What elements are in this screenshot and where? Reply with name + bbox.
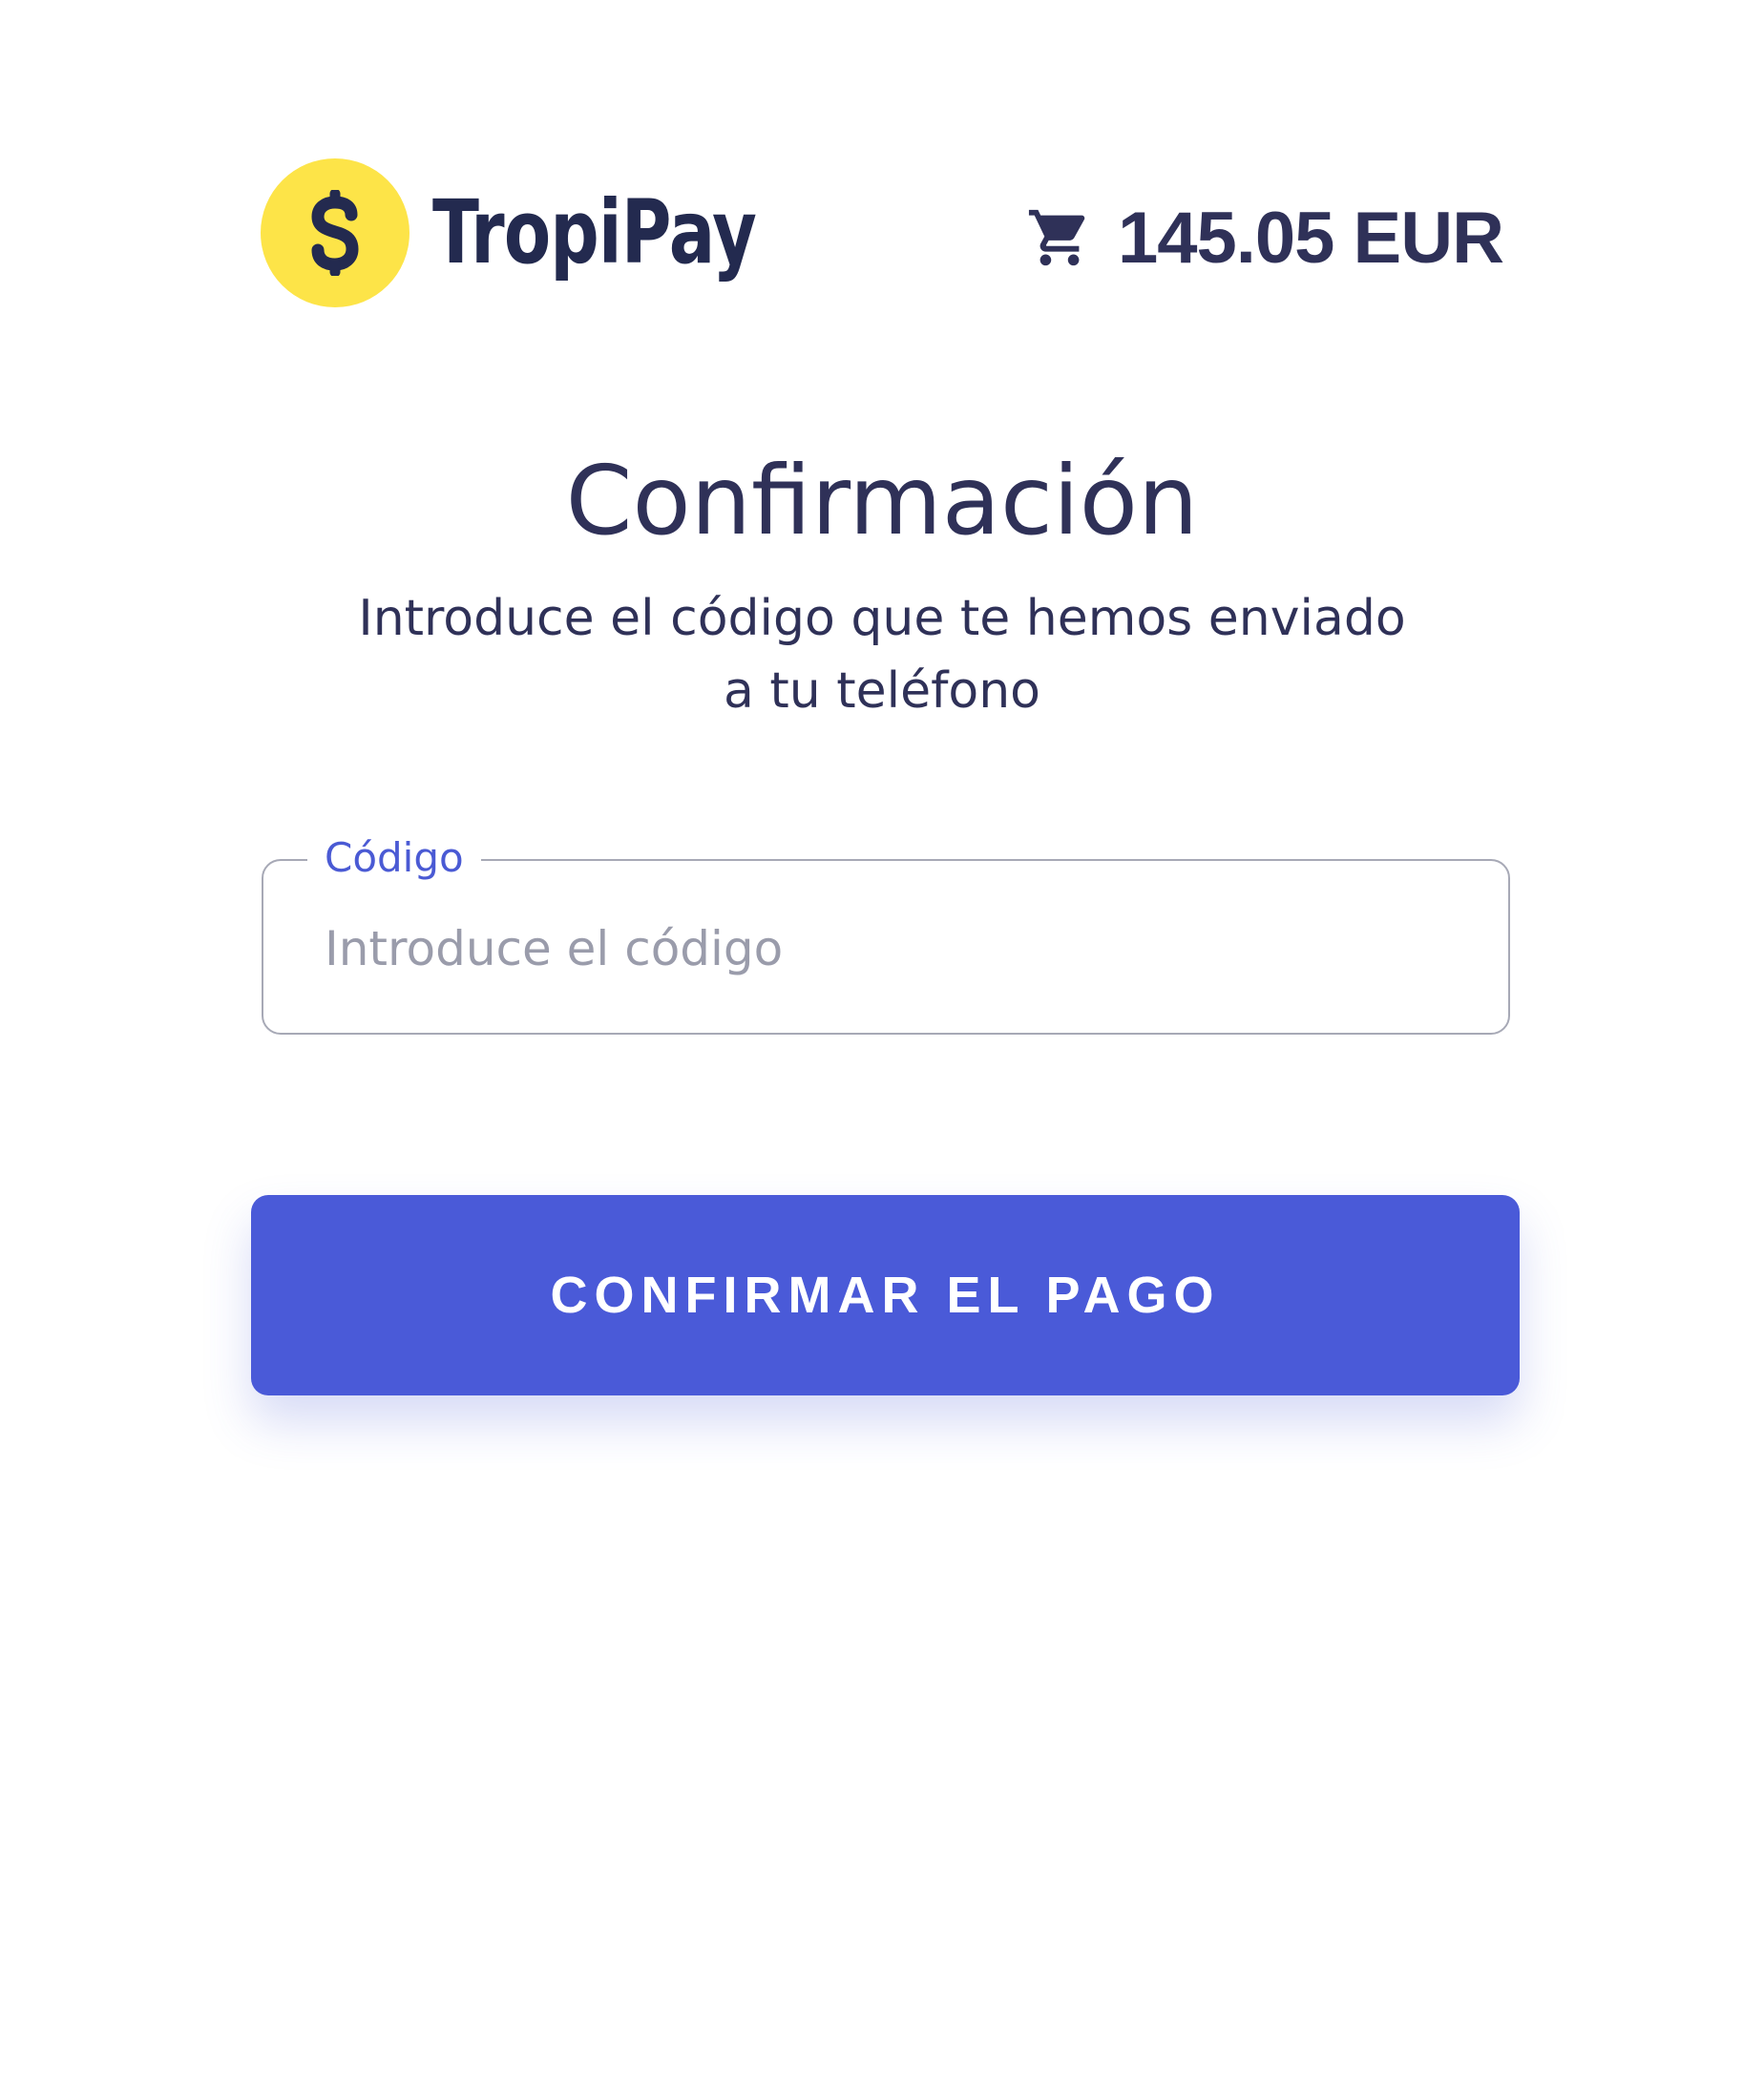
brand-name: TropiPay <box>432 181 757 283</box>
subtitle-line-1: Introduce el código que te hemos enviado <box>358 590 1406 647</box>
page-header: TropiPay 145.05 EUR <box>0 0 1764 401</box>
page-title: Confirmación <box>565 445 1199 556</box>
cart-amount: 145.05 EUR <box>1117 197 1504 279</box>
shopping-cart-icon <box>1026 204 1093 271</box>
dollar-sign-glyph <box>311 190 359 276</box>
cart-summary: 145.05 EUR <box>1026 195 1504 281</box>
tropipay-dollar-logo-icon <box>261 158 410 307</box>
code-field: Código <box>262 834 1510 1035</box>
code-field-label: Código <box>307 834 481 882</box>
page-subtitle: Introduce el código que te hemos enviado… <box>0 582 1764 727</box>
confirm-payment-button[interactable]: CONFIRMAR EL PAGO <box>251 1195 1520 1395</box>
code-input[interactable] <box>325 899 1451 998</box>
subtitle-line-2: a tu teléfono <box>724 662 1040 720</box>
brand-logo[interactable]: TropiPay <box>261 158 848 307</box>
